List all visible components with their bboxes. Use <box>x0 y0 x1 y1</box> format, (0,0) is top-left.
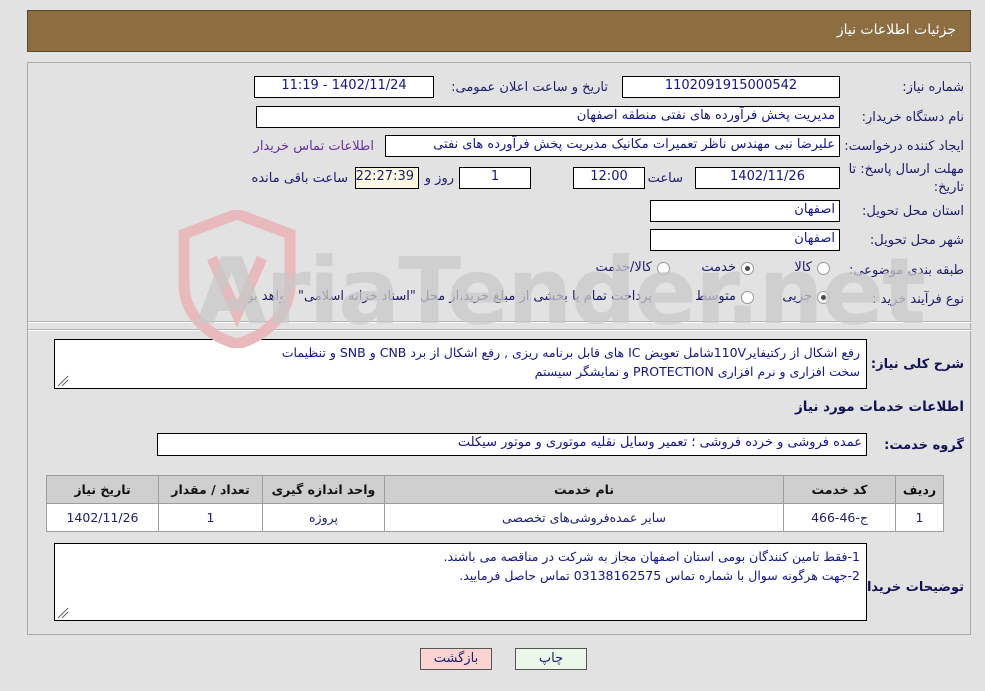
radio-category-khedmat[interactable] <box>741 262 754 275</box>
print-button[interactable]: چاپ <box>515 648 587 670</box>
radio-category-kala-khedmat[interactable] <box>657 262 670 275</box>
need-number-value: 1102091915000542 <box>622 76 840 98</box>
buyer-notes-label: توضیحات خریدار: <box>854 580 964 595</box>
deadline-time-value: 12:00 <box>573 167 645 189</box>
header-bar: جزئیات اطلاعات نیاز <box>27 10 971 52</box>
resize-grip-icon[interactable] <box>57 607 69 619</box>
table-header-row: ردیف کد خدمت نام خدمت واحد اندازه گیری ت… <box>46 475 944 504</box>
back-button[interactable]: بازگشت <box>420 648 492 670</box>
buyer-notes-line-1: 1-فقط تامین کنندگان بومی استان اصفهان مج… <box>443 549 860 564</box>
days-label: روز و <box>424 171 454 186</box>
public-announce-value: 1402/11/24 - 11:19 <box>254 76 434 98</box>
buyer-notes-line-2: 2-جهت هرگونه سوال با شماره تماس 03138162… <box>459 568 860 584</box>
need-number-label: شماره نیاز: <box>902 80 964 95</box>
city-value: اصفهان <box>650 229 840 251</box>
th-service-code: کد خدمت <box>783 475 896 504</box>
requester-label: ایجاد کننده درخواست: <box>844 139 964 154</box>
services-table: ردیف کد خدمت نام خدمت واحد اندازه گیری ت… <box>46 475 944 532</box>
province-label: استان محل تحویل: <box>862 204 964 219</box>
buyer-notes-textarea[interactable]: 1-فقط تامین کنندگان بومی استان اصفهان مج… <box>54 543 867 621</box>
th-service-name: نام خدمت <box>384 475 784 504</box>
radio-category-khedmat-label: خدمت <box>701 260 736 275</box>
description-line-1: رفع اشکال از رکتیفایر110Vشامل تعویض IC ه… <box>281 345 860 360</box>
section-divider-2 <box>28 329 972 331</box>
main-panel: شماره نیاز: 1102091915000542 تاریخ و ساع… <box>27 62 972 635</box>
description-line-2: سخت افزاری و نرم افزاری PROTECTION و نما… <box>534 364 860 380</box>
deadline-date-value: 1402/11/26 <box>695 167 840 189</box>
buyer-org-value: مدیریت پخش فرآورده های نفتی منطقه اصفهان <box>256 106 840 128</box>
requester-value: علیرضا نبی مهندس ناظر تعمیرات مکانیک مدی… <box>385 135 840 157</box>
buyer-contact-link[interactable]: اطلاعات تماس خریدار <box>254 139 374 154</box>
radio-purchase-motavaset-label: متوسط <box>695 289 736 304</box>
th-unit: واحد اندازه گیری <box>262 475 385 504</box>
public-announce-label: تاریخ و ساعت اعلان عمومی: <box>451 80 608 95</box>
city-label: شهر محل تحویل: <box>869 233 964 248</box>
td-quantity: 1 <box>158 503 263 532</box>
resize-grip-icon[interactable] <box>57 375 69 387</box>
deadline-label-line2: تاریخ: <box>933 180 964 195</box>
table-row: 1 ج-46-466 سایر عمده‌فروشی‌های تخصصی پرو… <box>46 503 944 532</box>
radio-category-kala-label: کالا <box>794 260 812 275</box>
page-title: جزئیات اطلاعات نیاز <box>836 22 956 38</box>
th-need-date: تاریخ نیاز <box>46 475 159 504</box>
th-quantity: تعداد / مقدار <box>158 475 263 504</box>
radio-purchase-jozee-label: جزیی <box>782 289 812 304</box>
description-textarea[interactable]: رفع اشکال از رکتیفایر110Vشامل تعویض IC ه… <box>54 339 867 389</box>
td-need-date: 1402/11/26 <box>46 503 159 532</box>
hour-label: ساعت <box>647 171 683 186</box>
category-label: طبقه بندی موضوعی: <box>848 263 964 278</box>
radio-purchase-motavaset[interactable] <box>741 291 754 304</box>
th-row-no: ردیف <box>895 475 944 504</box>
section-divider-1 <box>28 321 972 323</box>
description-label: شرح کلی نیاز: <box>870 357 964 372</box>
radio-category-kala-khedmat-label: کالا/خدمت <box>595 260 652 275</box>
province-value: اصفهان <box>650 200 840 222</box>
td-row-no: 1 <box>895 503 944 532</box>
td-service-name: سایر عمده‌فروشی‌های تخصصی <box>384 503 784 532</box>
services-section-title: اطلاعات خدمات مورد نیاز <box>794 399 964 415</box>
deadline-label-line1: مهلت ارسال پاسخ: تا <box>848 162 964 177</box>
service-group-label: گروه خدمت: <box>884 438 964 453</box>
td-service-code: ج-46-466 <box>783 503 896 532</box>
service-group-value: عمده فروشی و خرده فروشی ؛ تعمیر وسایل نق… <box>157 433 867 456</box>
days-remaining-value: 1 <box>459 167 531 189</box>
radio-purchase-jozee[interactable] <box>817 291 830 304</box>
td-unit: پروژه <box>262 503 385 532</box>
purchase-type-label: نوع فرآیند خرید : <box>872 292 964 307</box>
buyer-org-label: نام دستگاه خریدار: <box>861 110 964 125</box>
countdown-label: ساعت باقی مانده <box>251 171 348 186</box>
page-root: AriaTender.net جزئیات اطلاعات نیاز شماره… <box>0 0 985 691</box>
countdown-value: 22:27:39 <box>355 167 419 189</box>
radio-category-kala[interactable] <box>817 262 830 275</box>
purchase-note: پرداخت تمام یا بخشی از مبلغ خرید،از محل … <box>237 289 652 304</box>
